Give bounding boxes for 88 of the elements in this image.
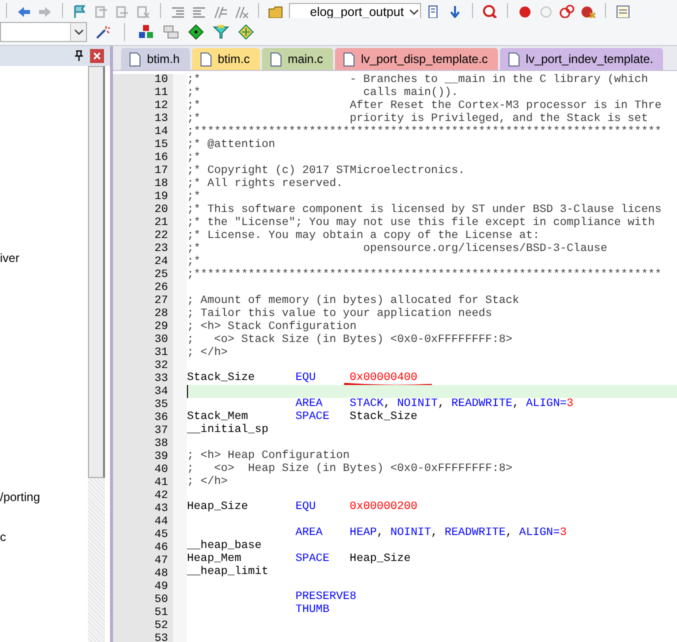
code-line: PRESERVE8 [294,591,356,604]
code-line: __heap_limit [187,566,270,578]
code-comment: ;* - Branches to __main in the C library (which [187,74,648,86]
file-tab[interactable]: lv_port_indev_template. [500,48,664,70]
file-tab[interactable]: main.c [262,48,334,70]
code-line: AREA STACK, NOINIT, READWRITE, ALIGN=3 [294,398,574,410]
line-number: 11 [154,87,168,100]
line-number: 46 [154,542,168,555]
target-dropdown[interactable]: elog_port_output [289,3,421,18]
line-number: 41 [154,477,168,490]
code-comment: ; <o> Heap Size (in Bytes) <0x0-0xFFFFFFFF:8> [187,462,512,476]
line-number: 44 [154,516,168,529]
code-comment: ; <h> Heap Configuration [187,450,350,462]
line-number: 22 [154,230,168,243]
line-number: 12 [154,100,168,113]
code-comment: ; Amount of memory (in bytes) allocated for Stack [187,294,520,308]
code-comment: ; </h> [187,476,228,488]
code-line: AREA HEAP, NOINIT, READWRITE, ALIGN=3 [294,526,567,540]
code-comment: ;* All rights reserved. [187,178,343,190]
code-line: Stack_Size EQU 0x00000400 [187,372,418,385]
line-number: 20 [154,204,168,217]
line-number: 38 [154,438,168,451]
code-line: Heap_Mem SPACE Heap_Size [187,552,411,566]
line-number: 52 [154,620,168,633]
line-number: 24 [154,256,168,269]
line-number: 17 [154,165,168,178]
code-comment: ;* @attention [187,139,276,152]
line-number: 48 [154,568,168,581]
line-number: 43 [154,503,168,516]
code-line: Heap_Size EQU 0x00000200 [187,501,418,514]
code-comment: ;* After Reset the Cortex-M3 processor is in Thre [187,100,662,112]
line-number: 16 [154,152,168,165]
code-comment: ;* This software component is licensed by ST under BSD 3-Clause licens [187,204,662,216]
line-number: 26 [154,282,168,295]
line-number: 45 [154,529,168,542]
line-number: 10 [154,74,168,87]
line-number: 32 [154,360,168,373]
code-comment: ;* the "License"; You may not use this file except in compliance with [187,217,655,230]
tree-item[interactable]: c [0,530,6,544]
line-number: 27 [154,295,168,308]
line-number: 51 [154,607,168,620]
code-comment: ;* [187,152,201,164]
line-number: 34 [154,386,168,399]
file-tab[interactable]: lv_port_disp_template.c [335,48,498,70]
code-comment: ;* Copyright (c) 2017 STMicroelectronics. [187,165,465,178]
line-number: 53 [154,633,168,642]
line-number: 14 [154,126,168,139]
code-line: THUMB [294,604,330,617]
line-number: 49 [154,581,168,594]
line-number: 50 [154,594,168,607]
code-comment: ;* opensource.org/licenses/BSD-3-Clause [187,243,608,256]
line-number: 15 [154,139,168,152]
line-number: 36 [154,412,168,425]
line-number: 30 [154,334,168,347]
line-number: 18 [154,178,168,191]
line-number: 33 [154,373,168,386]
tree-item[interactable]: iver [0,251,20,265]
code-comment: ;* priority is Privileged, and the Stack is set [187,113,648,126]
line-number: 25 [154,269,168,282]
code-comment: ;* [187,256,201,268]
tree-item[interactable]: /porting [0,490,40,504]
line-number: 31 [154,347,168,360]
code-line: Stack_Mem SPACE Stack_Size [187,411,418,424]
code-comment: ; </h> [187,346,228,360]
line-number: 23 [154,243,168,256]
code-comment: ;********************************************************************* [187,269,662,282]
code-comment: ;* calls main()). [187,87,458,100]
line-number: 19 [154,191,168,204]
code-comment: ;********************************************************************* [187,126,662,138]
code-comment: ;* License. You may obtain a copy of the License at: [187,230,540,242]
code-comment: ;* [187,191,201,204]
file-tab[interactable]: btim.h [121,48,190,70]
line-number: 42 [154,490,168,503]
file-tab[interactable]: btim.c [192,48,260,70]
line-number: 39 [154,451,168,464]
line-number: 35 [154,399,168,412]
code-comment: ; Tailor this value to your application needs [187,308,492,320]
line-number: 37 [154,425,168,438]
line-number: 29 [154,321,168,334]
code-line: __heap_base [187,540,263,552]
code-line: __initial_sp [187,424,270,437]
line-number: 21 [154,217,168,230]
line-number: 40 [154,464,168,477]
line-number: 28 [154,308,168,321]
line-number: 47 [154,555,168,568]
code-comment: ; <h> Stack Configuration [187,320,356,334]
line-number: 13 [154,113,168,126]
code-comment: ; <o> Stack Size (in Bytes) <0x0-0xFFFFFFFF:8> [187,334,512,346]
